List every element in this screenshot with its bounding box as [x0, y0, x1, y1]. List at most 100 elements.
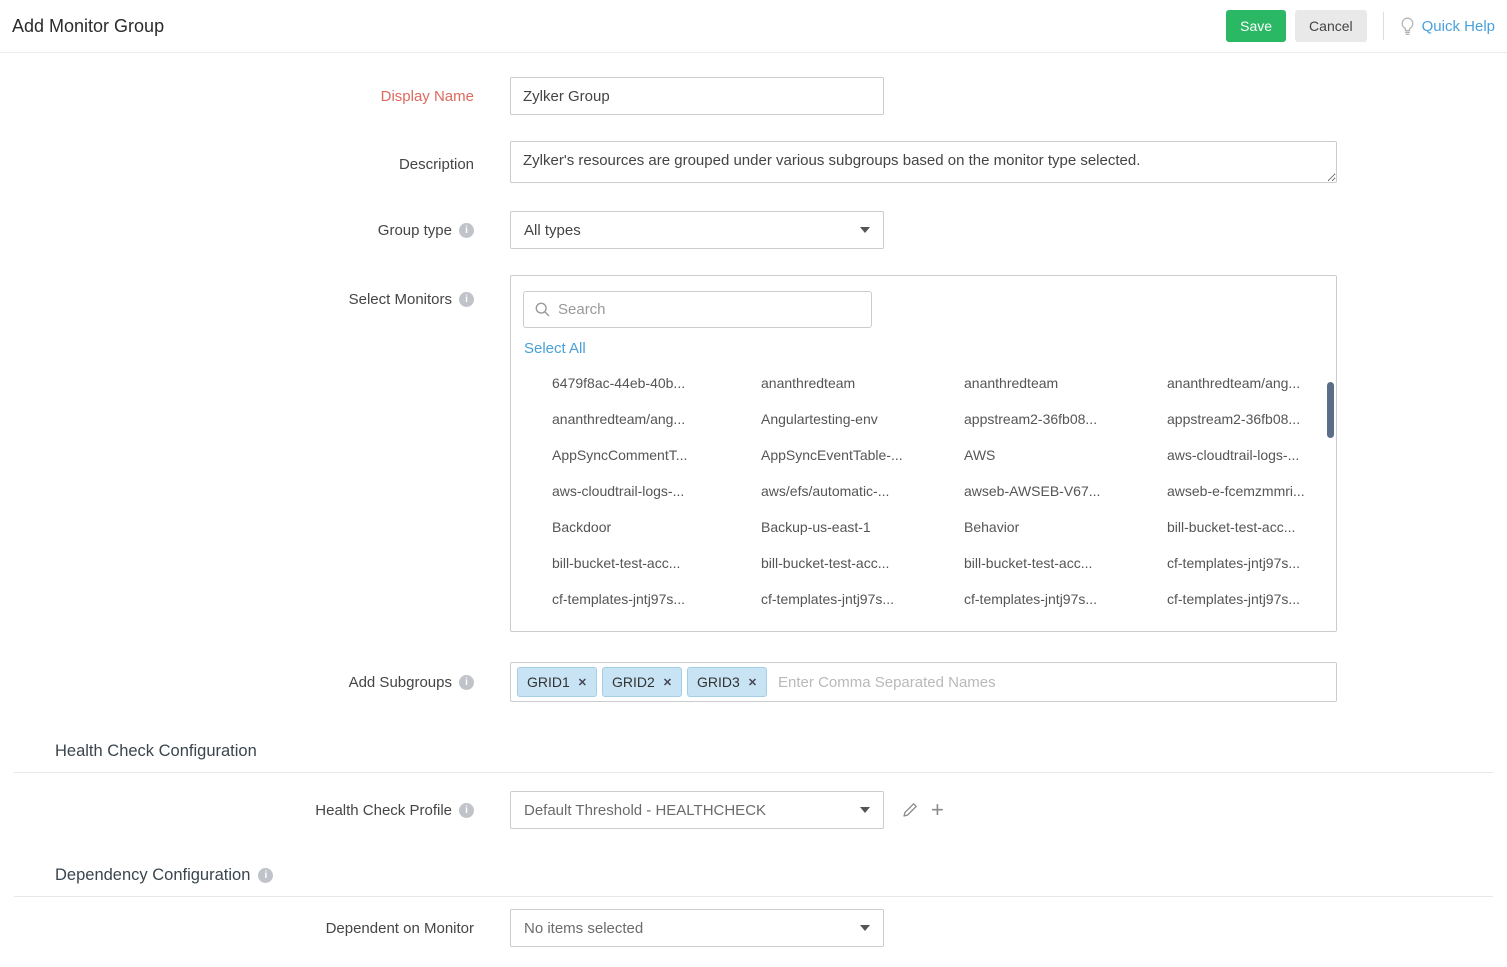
monitor-item[interactable]: Angulartesting-env: [761, 401, 964, 437]
chevron-down-icon: [860, 925, 870, 931]
monitor-item-label: bill-bucket-test-acc...: [1167, 519, 1295, 535]
add-subgroups-info-icon[interactable]: i: [459, 675, 474, 690]
group-type-label: Group type: [378, 222, 452, 239]
subgroup-chip-label: GRID3: [697, 674, 740, 690]
monitor-search-input[interactable]: [558, 301, 860, 318]
header-actions: Save Cancel Quick Help: [1226, 10, 1495, 42]
health-check-section-title: Health Check Configuration: [55, 742, 1507, 761]
monitor-item[interactable]: AppSyncEventTable-...: [761, 437, 964, 473]
monitor-item[interactable]: Behavior: [964, 509, 1167, 545]
add-subgroups-row: Add Subgroups i GRID1 ✕ GRID2 ✕: [0, 662, 1507, 702]
subgroup-chips: GRID1 ✕ GRID2 ✕ GRID3 ✕: [515, 665, 770, 699]
monitor-item-label: Behavior: [964, 519, 1019, 535]
monitor-item[interactable]: ananthredteam/ang...: [1167, 365, 1336, 401]
group-type-select[interactable]: All types: [510, 211, 884, 249]
monitors-panel: Select All 6479f8ac-44eb-40b... ananthre…: [510, 275, 1337, 632]
monitor-item[interactable]: cf-templates-jntj97s...: [964, 581, 1167, 617]
monitor-item-label: bill-bucket-test-acc...: [552, 555, 680, 571]
dependent-on-monitor-value: No items selected: [524, 920, 643, 937]
health-check-profile-select[interactable]: Default Threshold - HEALTHCHECK: [510, 791, 884, 829]
chevron-down-icon: [860, 227, 870, 233]
monitor-search-box: [523, 291, 872, 328]
monitor-list: 6479f8ac-44eb-40b... ananthredteam anant…: [552, 365, 1336, 617]
monitor-item[interactable]: cf-templates-jntj97s...: [1167, 581, 1336, 617]
group-type-row: Group type i All types: [0, 211, 1507, 249]
add-subgroups-label: Add Subgroups: [349, 674, 452, 691]
monitor-item[interactable]: bill-bucket-test-acc...: [761, 545, 964, 581]
monitor-item[interactable]: Backdoor: [552, 509, 761, 545]
group-type-info-icon[interactable]: i: [459, 223, 474, 238]
chip-close-icon[interactable]: ✕: [578, 676, 587, 689]
monitor-item[interactable]: awseb-AWSEB-V67...: [964, 473, 1167, 509]
description-textarea[interactable]: Zylker's resources are grouped under var…: [510, 141, 1337, 183]
monitor-item[interactable]: appstream2-36fb08...: [964, 401, 1167, 437]
monitor-item[interactable]: Backup-us-east-1: [761, 509, 964, 545]
cancel-button[interactable]: Cancel: [1295, 10, 1367, 42]
monitor-item[interactable]: appstream2-36fb08...: [1167, 401, 1336, 437]
dependent-on-monitor-select[interactable]: No items selected: [510, 909, 884, 947]
monitor-item[interactable]: bill-bucket-test-acc...: [964, 545, 1167, 581]
monitor-item-label: aws-cloudtrail-logs-...: [552, 483, 684, 499]
select-monitors-info-icon[interactable]: i: [459, 292, 474, 307]
quick-help-link[interactable]: Quick Help: [1422, 18, 1495, 35]
monitor-item[interactable]: AppSyncCommentT...: [552, 437, 761, 473]
monitor-item-label: 6479f8ac-44eb-40b...: [552, 375, 685, 391]
monitor-item-label: ananthredteam/ang...: [552, 411, 685, 427]
monitor-item[interactable]: aws-cloudtrail-logs-...: [1167, 437, 1336, 473]
subgroup-chip-label: GRID1: [527, 674, 570, 690]
monitor-item-label: cf-templates-jntj97s...: [1167, 555, 1300, 571]
monitor-item-label: ananthredteam: [964, 375, 1058, 391]
subgroups-text-input[interactable]: [770, 674, 1332, 691]
monitor-item-label: AWS: [964, 447, 995, 463]
chip-close-icon[interactable]: ✕: [663, 676, 672, 689]
monitor-item[interactable]: ananthredteam/ang...: [552, 401, 761, 437]
select-monitors-label: Select Monitors: [349, 291, 452, 308]
select-all-link[interactable]: Select All: [524, 340, 586, 357]
monitor-item[interactable]: bill-bucket-test-acc...: [552, 545, 761, 581]
display-name-label: Display Name: [381, 88, 474, 105]
monitor-item[interactable]: cf-templates-jntj97s...: [552, 581, 761, 617]
monitor-item[interactable]: AWS: [964, 437, 1167, 473]
monitor-item[interactable]: cf-templates-jntj97s...: [1167, 545, 1336, 581]
monitor-item-label: appstream2-36fb08...: [964, 411, 1097, 427]
health-check-profile-value: Default Threshold - HEALTHCHECK: [524, 802, 766, 819]
dependent-on-monitor-row: Dependent on Monitor No items selected: [0, 909, 1507, 947]
monitor-item-label: cf-templates-jntj97s...: [761, 591, 894, 607]
section-divider: [14, 772, 1493, 773]
monitor-item[interactable]: bill-bucket-test-acc...: [1167, 509, 1336, 545]
edit-pencil-icon[interactable]: [902, 802, 918, 818]
chevron-down-icon: [860, 807, 870, 813]
health-check-profile-label: Health Check Profile: [315, 802, 452, 819]
subgroups-input[interactable]: GRID1 ✕ GRID2 ✕ GRID3 ✕: [510, 662, 1337, 702]
subgroup-chip-label: GRID2: [612, 674, 655, 690]
monitor-item[interactable]: aws/efs/automatic-...: [761, 473, 964, 509]
monitor-item[interactable]: ananthredteam: [761, 365, 964, 401]
monitor-item-label: bill-bucket-test-acc...: [964, 555, 1092, 571]
monitor-item-label: cf-templates-jntj97s...: [1167, 591, 1300, 607]
header-divider: [1383, 12, 1384, 40]
monitor-item[interactable]: awseb-e-fcemzmmri...: [1167, 473, 1336, 509]
monitor-item[interactable]: aws-cloudtrail-logs-...: [552, 473, 761, 509]
display-name-input[interactable]: [510, 77, 884, 115]
monitor-item-label: bill-bucket-test-acc...: [761, 555, 889, 571]
health-check-profile-row: Health Check Profile i Default Threshold…: [0, 791, 1507, 829]
health-check-profile-info-icon[interactable]: i: [459, 803, 474, 818]
description-row: Description Zylker's resources are group…: [0, 141, 1507, 187]
dependency-section-title: Dependency Configuration i: [55, 866, 1507, 885]
select-monitors-row: Select Monitors i Select All 6479f8a: [0, 275, 1507, 632]
subgroup-chip: GRID1 ✕: [517, 667, 597, 697]
monitor-item-label: ananthredteam/ang...: [1167, 375, 1300, 391]
monitor-item[interactable]: cf-templates-jntj97s...: [761, 581, 964, 617]
chip-close-icon[interactable]: ✕: [748, 676, 757, 689]
monitors-scrollbar-thumb[interactable]: [1327, 382, 1334, 438]
add-plus-icon[interactable]: +: [931, 799, 944, 821]
search-icon: [535, 302, 550, 317]
dependency-section-info-icon[interactable]: i: [258, 868, 273, 883]
monitor-item-label: AppSyncEventTable-...: [761, 447, 903, 463]
health-check-section-label: Health Check Configuration: [55, 742, 257, 761]
profile-action-icons: +: [902, 791, 944, 829]
monitor-item-label: ananthredteam: [761, 375, 855, 391]
save-button[interactable]: Save: [1226, 10, 1286, 42]
monitor-item[interactable]: ananthredteam: [964, 365, 1167, 401]
monitor-item[interactable]: 6479f8ac-44eb-40b...: [552, 365, 761, 401]
